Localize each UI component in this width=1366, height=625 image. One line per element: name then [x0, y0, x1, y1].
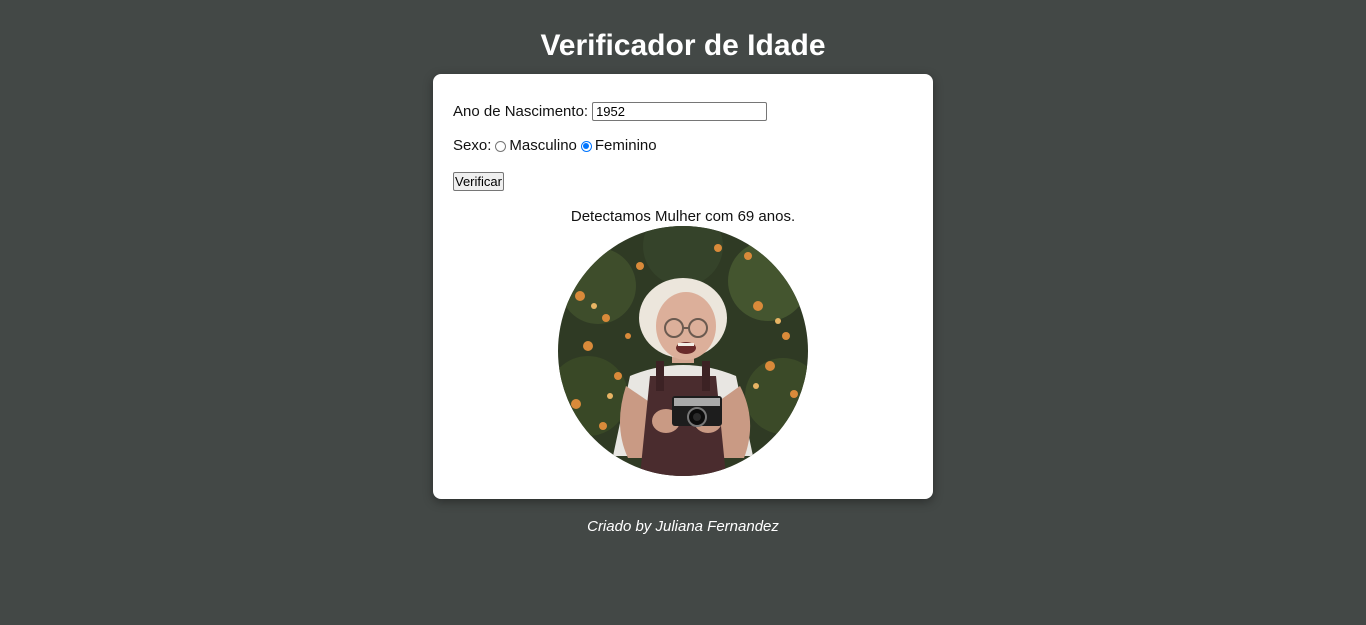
radio-masculino-label[interactable]: Masculino: [509, 137, 577, 155]
verify-button[interactable]: Verificar: [453, 172, 504, 191]
form-card: Ano de Nascimento: Sexo: Masculino Femin…: [433, 74, 933, 499]
birth-year-label: Ano de Nascimento:: [453, 102, 589, 120]
footer-credit: Criado by Juliana Fernandez: [587, 518, 779, 535]
sex-label: Sexo:: [453, 137, 492, 154]
elderly-woman-photo: [558, 226, 808, 476]
submit-row: Verificar: [453, 172, 504, 191]
sex-row: Sexo: Masculino Feminino: [453, 137, 657, 155]
photo-illustration: [558, 226, 808, 476]
result-text: Detectamos Mulher com 69 anos.: [570, 208, 796, 225]
radio-masculino[interactable]: [495, 140, 507, 152]
page-title: Verificador de Idade: [540, 29, 826, 62]
radio-feminino[interactable]: [580, 140, 592, 152]
birth-year-input[interactable]: [592, 102, 768, 121]
page: Verificador de Idade Ano de Nascimento: …: [0, 0, 1366, 625]
radio-feminino-label[interactable]: Feminino: [595, 137, 657, 155]
birth-year-row: Ano de Nascimento:: [453, 102, 768, 121]
